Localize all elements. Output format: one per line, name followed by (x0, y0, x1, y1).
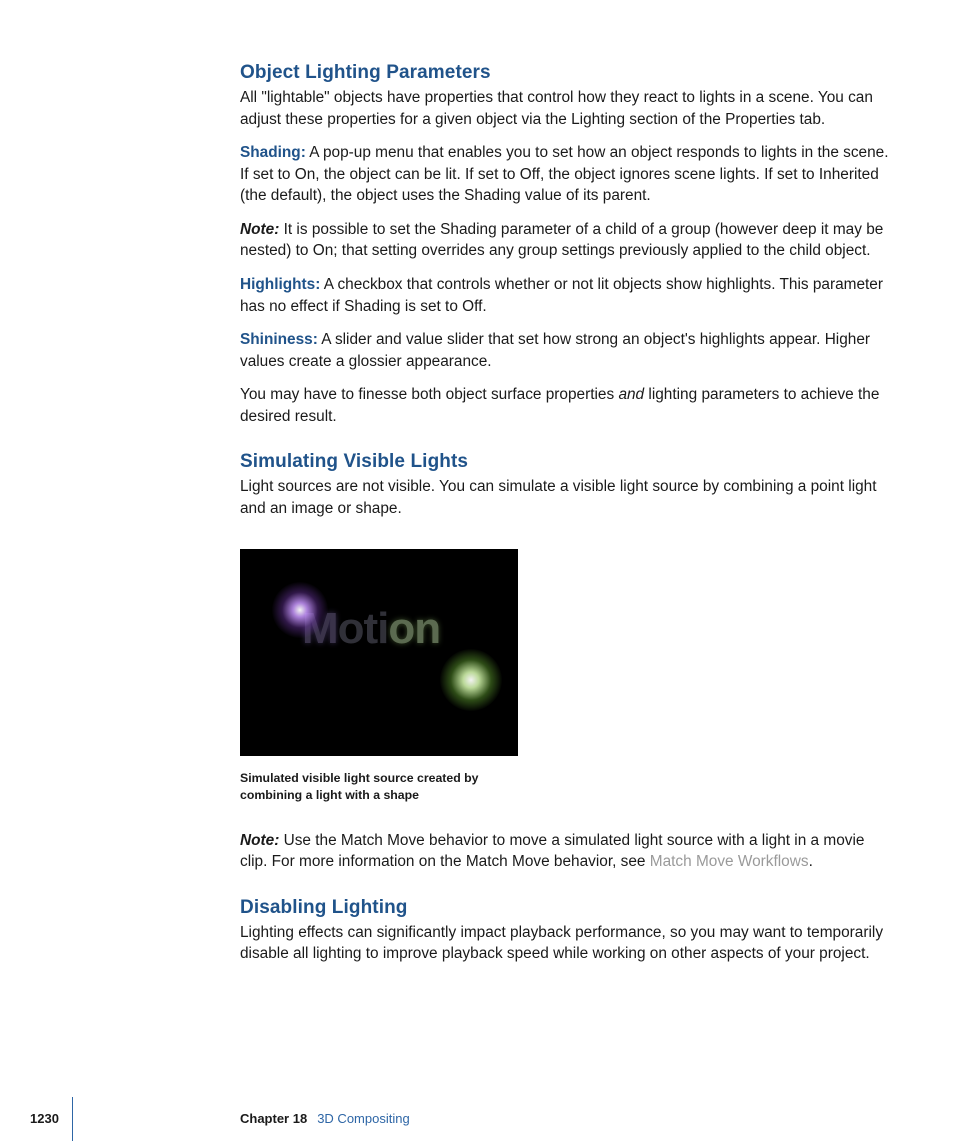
paragraph-shininess: Shininess: A slider and value slider tha… (240, 329, 890, 372)
paragraph: Lighting effects can significantly impac… (240, 922, 890, 965)
text: It is possible to set the Shading parame… (240, 221, 883, 260)
text: A checkbox that controls whether or not … (240, 276, 883, 315)
page-content: Object Lighting Parameters All "lightabl… (240, 62, 890, 987)
figure-caption: Simulated visible light source created b… (240, 770, 520, 803)
heading-disabling-lighting: Disabling Lighting (240, 897, 890, 919)
footer-rule (72, 1097, 73, 1141)
link-match-move-workflows[interactable]: Match Move Workflows (650, 853, 809, 870)
term-shininess: Shininess: (240, 331, 318, 348)
heading-object-lighting-parameters: Object Lighting Parameters (240, 62, 890, 84)
paragraph: Light sources are not visible. You can s… (240, 476, 890, 519)
paragraph-shading: Shading: A pop-up menu that enables you … (240, 142, 890, 207)
term-highlights: Highlights: (240, 276, 320, 293)
term-shading: Shading: (240, 144, 306, 161)
text: You may have to finesse both object surf… (240, 386, 618, 403)
note-label: Note: (240, 832, 279, 849)
chapter-title: 3D Compositing (317, 1111, 410, 1126)
chapter-info: Chapter 18 3D Compositing (240, 1111, 410, 1126)
paragraph-note: Note: It is possible to set the Shading … (240, 219, 890, 262)
figure-simulated-light: Motion (240, 549, 518, 756)
paragraph: You may have to finesse both object surf… (240, 384, 890, 427)
text: A slider and value slider that set how s… (240, 331, 870, 370)
section-simulating-visible-lights: Simulating Visible Lights Light sources … (240, 451, 890, 872)
paragraph-note: Note: Use the Match Move behavior to mov… (240, 830, 890, 873)
page: Object Lighting Parameters All "lightabl… (0, 0, 954, 1145)
paragraph: All "lightable" objects have properties … (240, 87, 890, 130)
heading-simulating-visible-lights: Simulating Visible Lights (240, 451, 890, 473)
section-object-lighting: Object Lighting Parameters All "lightabl… (240, 62, 890, 427)
page-number: 1230 (30, 1111, 59, 1126)
chapter-label: Chapter 18 (240, 1111, 307, 1126)
section-disabling-lighting: Disabling Lighting Lighting effects can … (240, 897, 890, 965)
text: A pop-up menu that enables you to set ho… (240, 144, 889, 204)
light-glow-icon (440, 649, 502, 711)
note-label: Note: (240, 221, 279, 238)
paragraph-highlights: Highlights: A checkbox that controls whe… (240, 274, 890, 317)
italic-text: and (618, 386, 644, 403)
text: . (809, 853, 813, 870)
